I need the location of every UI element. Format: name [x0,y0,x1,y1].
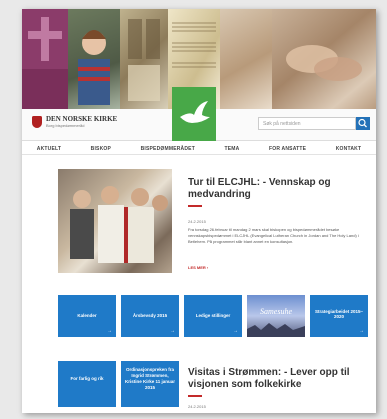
article2-title[interactable]: Visitas i Strømmen: - Lever opp til visj… [188,367,368,391]
nav-item-tema[interactable]: TEMA [225,146,240,152]
hands-icon [286,45,362,81]
tile-label: Ledige stillinger [195,313,231,318]
group-photo-icon [70,186,168,263]
banner-tile-elderly-hands [272,9,376,109]
arrow-right-icon: → [107,328,112,334]
tile-kalender[interactable]: Kalender → [58,295,116,337]
nav-item-aktuelt[interactable]: AKTUELT [37,146,61,152]
tile-arsbevsdy[interactable]: Årsbevsdy 2015 → [121,295,179,337]
arrow-right-icon: → [170,328,175,334]
page: DEN NORSKE KIRKE Borg bispedømmeråd Søk … [22,9,376,413]
nav-item-kontakt[interactable]: KONTAKT [336,146,361,152]
title-underline [188,205,202,207]
search-input[interactable]: Søk på nettsiden [258,117,356,130]
child-photo-icon [78,30,110,105]
search-icon [358,118,367,128]
title-underline [188,395,202,397]
header-banner: DEN NORSKE KIRKE Borg bispedømmeråd Søk … [22,9,376,141]
dove-icon [180,101,210,123]
window-icon [128,19,160,101]
tile-label: Strategiarbeidet 2015–2020 [314,309,364,319]
tile-label: Kalender [77,313,97,318]
article-image[interactable] [58,169,172,273]
tile-samesuhe[interactable]: Samesuhe [247,295,305,337]
article2-date: 24.2.2015 [188,404,206,409]
article-title[interactable]: Tur til ELCJHL: - Vennskap og medvandrin… [188,177,368,201]
quick-links: Kalender → Årsbevsdy 2015 → Ledige still… [58,295,368,337]
article-date: 24.2.2015 [188,219,206,224]
tile-for-farlig-og-rik[interactable]: For farlig og rik [58,361,116,407]
logo-subtitle: Borg bispedømmeråd [46,123,85,128]
church-logo[interactable]: DEN NORSKE KIRKE Borg bispedømmeråd [32,115,117,128]
arrow-right-icon: → [233,328,238,334]
banner-tile-cross [22,9,68,109]
logo-text: DEN NORSKE KIRKE [46,115,118,123]
nav-item-bispedommeradet[interactable]: BISPEDØMMERÅDET [141,146,195,152]
read-more-link[interactable]: LES MER › [188,265,208,270]
tile-label: Ordinasjonspreken fra Ingrid Strømmen, K… [124,367,176,390]
read-more-label: LES MER [188,265,206,270]
nav-item-for-ansatte[interactable]: FOR ANSATTE [269,146,306,152]
tile-label: Samesuhe [260,307,292,316]
cross-icon [22,17,68,109]
banner-tile-building [120,9,168,109]
landscape-icon [247,323,305,337]
church-crest-icon [32,115,42,128]
chevron-right-icon: › [206,265,209,270]
banner-tile-hands [220,9,272,109]
tile-label: For farlig og rik [70,376,104,381]
tile-strategiarbeidet[interactable]: Strategiarbeidet 2015–2020 → [310,295,368,337]
arrow-right-icon: → [359,328,364,334]
search-button[interactable] [356,117,370,130]
nav-item-biskop[interactable]: BISKOP [91,146,111,152]
article-body: Fra torsdag 26.februar til mandag 2 mars… [188,227,359,244]
banner-tile-child [68,9,120,109]
banner-tile-dove [172,87,216,141]
tile-ledige-stillinger[interactable]: Ledige stillinger → [184,295,242,337]
main-nav: AKTUELT BISKOP BISPEDØMMERÅDET TEMA FOR … [22,143,376,155]
tile-label: Årsbevsdy 2015 [132,313,168,318]
tile-ordinasjonspreken[interactable]: Ordinasjonspreken fra Ingrid Strømmen, K… [121,361,179,407]
